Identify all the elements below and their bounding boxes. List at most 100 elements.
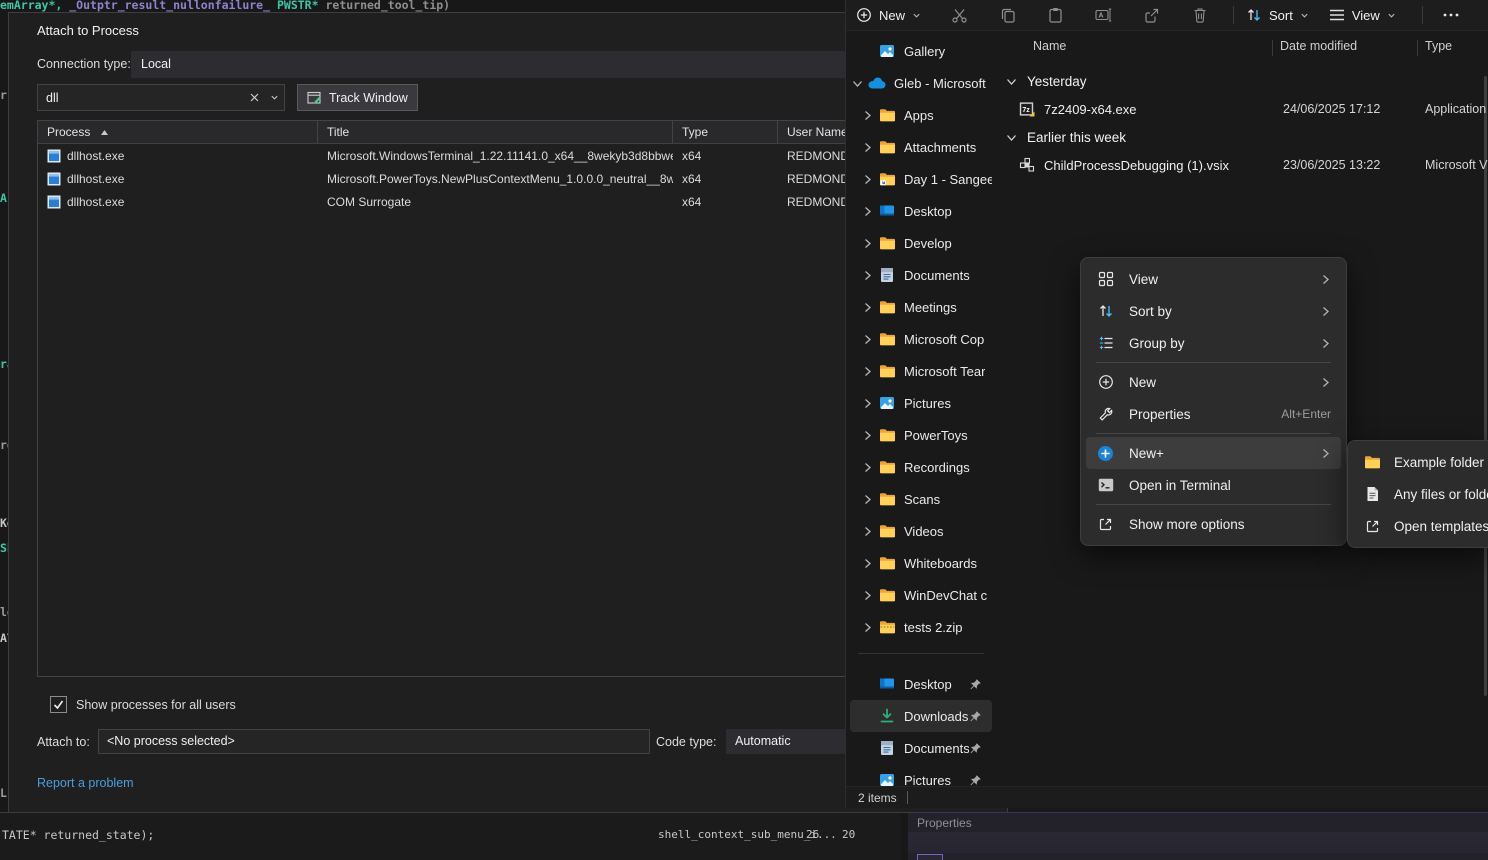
sidebar-item-recordings[interactable]: Recordings: [850, 451, 992, 483]
menu-item-label: Properties: [1129, 407, 1267, 422]
column-divider[interactable]: [1417, 40, 1418, 56]
rename-icon[interactable]: [1095, 8, 1112, 22]
submenu-item-open-templates[interactable]: Open templates: [1353, 510, 1488, 542]
sidebar-item-videos[interactable]: Videos: [850, 515, 992, 547]
context-menu-item-new-[interactable]: New+: [1086, 437, 1341, 469]
chevron-right-icon[interactable]: [862, 334, 875, 345]
chevron-right-icon[interactable]: [862, 590, 875, 601]
sidebar-pinned-desktop[interactable]: Desktop: [850, 668, 992, 700]
menu-item-label: Group by: [1129, 336, 1306, 351]
sidebar-item-apps[interactable]: Apps: [850, 99, 992, 131]
folder-icon: [878, 492, 896, 506]
chevron-right-icon[interactable]: [862, 270, 875, 281]
editor-code-line: emArray*, _Outptr_result_nullonfailure_ …: [0, 0, 450, 12]
sort-button[interactable]: Sort: [1246, 7, 1309, 23]
toolbar-separator: [1422, 6, 1423, 24]
sidebar-item-day-1-sangee[interactable]: Day 1 - Sangee: [850, 163, 992, 195]
file-row[interactable]: ChildProcessDebugging (1).vsix23/06/2025…: [996, 151, 1488, 179]
group-header[interactable]: Yesterday: [996, 67, 1488, 95]
properties-panel-control[interactable]: [917, 854, 943, 860]
column-header-name[interactable]: Name: [1033, 39, 1066, 53]
chevron-right-icon[interactable]: [862, 206, 875, 217]
clear-filter-icon[interactable]: [244, 92, 265, 103]
group-header[interactable]: Earlier this week: [996, 123, 1488, 151]
sidebar-item-develop[interactable]: Develop: [850, 227, 992, 259]
sidebar-item-meetings[interactable]: Meetings: [850, 291, 992, 323]
filter-dropdown-icon[interactable]: [265, 93, 284, 102]
properties-panel: Properties: [908, 812, 1488, 860]
new-button[interactable]: New: [856, 7, 921, 23]
column-header-date-modified[interactable]: Date modified: [1280, 39, 1357, 53]
sidebar-item-attachments[interactable]: Attachments: [850, 131, 992, 163]
folder-icon: [878, 300, 896, 314]
chevron-right-icon[interactable]: [862, 238, 875, 249]
chevron-right-icon[interactable]: [862, 398, 875, 409]
submenu-item-example-folder[interactable]: Example folder: [1353, 446, 1488, 478]
chevron-right-icon[interactable]: [862, 526, 875, 537]
chevron-right-icon[interactable]: [862, 302, 875, 313]
sidebar-item-desktop[interactable]: Desktop: [850, 195, 992, 227]
sidebar-item-whiteboards[interactable]: Whiteboards: [850, 547, 992, 579]
sidebar-item-tests-2-zip[interactable]: tests 2.zip: [850, 611, 992, 643]
context-menu-item-sort-by[interactable]: Sort by: [1086, 295, 1341, 327]
chevron-right-icon[interactable]: [862, 430, 875, 441]
context-menu-item-new[interactable]: New: [1086, 366, 1341, 398]
view-button[interactable]: View: [1329, 8, 1396, 23]
sidebar-item-gleb-microsoft[interactable]: Gleb - Microsoft: [850, 67, 992, 99]
sidebar-item-pictures[interactable]: Pictures: [850, 387, 992, 419]
share-icon[interactable]: [1143, 8, 1160, 23]
chevron-right-icon[interactable]: [862, 366, 875, 377]
sidebar-item-gallery[interactable]: Gallery: [850, 35, 992, 67]
chevron-right-icon[interactable]: [862, 558, 875, 569]
sidebar-pinned-downloads[interactable]: Downloads: [850, 700, 992, 732]
chevron-right-icon[interactable]: [862, 494, 875, 505]
context-menu-item-properties[interactable]: PropertiesAlt+Enter: [1086, 398, 1341, 430]
show-all-users-checkbox-row[interactable]: Show processes for all users: [50, 696, 236, 713]
context-menu-item-group-by[interactable]: Group by: [1086, 327, 1341, 359]
folderlink-icon: [878, 172, 896, 186]
column-header-title[interactable]: Title: [318, 121, 673, 143]
chevron-right-icon[interactable]: [862, 174, 875, 185]
cut-icon[interactable]: [951, 7, 968, 24]
chevron-right-icon[interactable]: [862, 462, 875, 473]
delete-icon[interactable]: [1191, 7, 1208, 23]
chevron-right-icon[interactable]: [862, 142, 875, 153]
sidebar-item-microsoft-cop[interactable]: Microsoft Cop: [850, 323, 992, 355]
sidebar-pinned-pictures[interactable]: Pictures: [850, 764, 992, 786]
sidebar-item-powertoys[interactable]: PowerToys: [850, 419, 992, 451]
plus-circle-icon: [856, 7, 872, 23]
sidebar-item-microsoft-tear[interactable]: Microsoft Tear: [850, 355, 992, 387]
sidebar-item-label: tests 2.zip: [904, 620, 963, 635]
file-type: Microsoft Vi: [1425, 158, 1488, 172]
context-menu-item-show-more-options[interactable]: Show more options: [1086, 508, 1341, 540]
copy-icon[interactable]: [999, 7, 1016, 23]
context-menu-item-view[interactable]: View: [1086, 263, 1341, 295]
column-header-type[interactable]: Type: [1425, 39, 1452, 53]
sidebar-item-scans[interactable]: Scans: [850, 483, 992, 515]
process-type: x64: [673, 167, 778, 190]
external-icon: [1096, 517, 1115, 532]
file-row[interactable]: 7z7z2409-x64.exe24/06/2025 17:12Applicat…: [996, 95, 1488, 123]
attach-to-field[interactable]: <No process selected>: [98, 729, 650, 754]
column-header-type[interactable]: Type: [673, 121, 778, 143]
dialog-title: Attach to Process: [37, 23, 139, 38]
report-a-problem-link[interactable]: Report a problem: [37, 776, 134, 790]
see-more-icon[interactable]: [1443, 13, 1459, 17]
track-window-button[interactable]: Track Window: [297, 84, 418, 111]
chevron-right-icon[interactable]: [862, 110, 875, 121]
sidebar-item-windevchat-c[interactable]: WinDevChat c: [850, 579, 992, 611]
column-header-process[interactable]: Process: [38, 121, 318, 143]
new-button-label: New: [879, 8, 905, 23]
paste-icon[interactable]: [1047, 7, 1064, 23]
context-menu-item-open-in-terminal[interactable]: Open in Terminal: [1086, 469, 1341, 501]
sidebar-pinned-documents[interactable]: Documents: [850, 732, 992, 764]
process-filter-input[interactable]: dll: [37, 84, 285, 111]
submenu-item-any-files-or-folde[interactable]: Any files or folde: [1353, 478, 1488, 510]
chevron-right-icon: [1320, 448, 1331, 459]
chevron-right-icon[interactable]: [862, 622, 875, 633]
column-divider[interactable]: [1272, 40, 1273, 56]
folder-icon: [878, 108, 896, 122]
sidebar-item-documents[interactable]: Documents: [850, 259, 992, 291]
chevron-down-icon[interactable]: [852, 78, 865, 89]
checkbox-checked[interactable]: [50, 696, 67, 713]
